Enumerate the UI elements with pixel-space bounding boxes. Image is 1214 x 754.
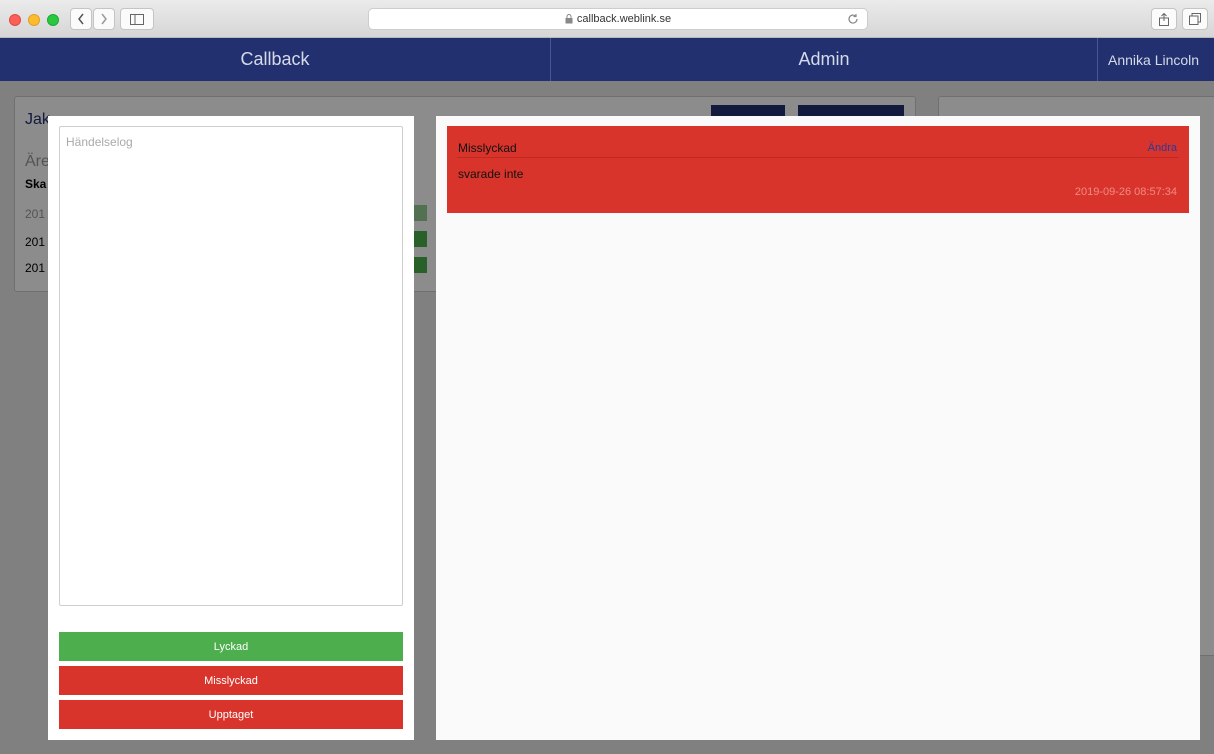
minimize-window-button[interactable] — [28, 14, 40, 26]
event-log-textarea[interactable]: Händelselog — [59, 126, 403, 606]
entry-comment: svarade inte — [458, 167, 524, 181]
sidebar-icon — [130, 13, 144, 25]
entry-timestamp: 2019-09-26 08:57:34 — [1074, 186, 1177, 198]
share-icon — [1159, 12, 1169, 26]
history-entry: Misslyckad Ändra svarade inte 2019-09-26… — [447, 126, 1189, 213]
log-modal: Händelselog Lyckad Misslyckad Upptaget — [48, 116, 414, 740]
share-button[interactable] — [1151, 8, 1177, 30]
entry-status: Misslyckad — [458, 141, 517, 155]
sidebar-toggle-button[interactable] — [120, 8, 154, 30]
nav-user[interactable]: Annika Lincoln — [1098, 38, 1214, 81]
forward-button[interactable] — [93, 8, 115, 30]
close-window-button[interactable] — [9, 14, 21, 26]
nav-admin[interactable]: Admin — [551, 38, 1098, 81]
entry-edit-link[interactable]: Ändra — [1148, 142, 1177, 154]
zoom-window-button[interactable] — [47, 14, 59, 26]
busy-button[interactable]: Upptaget — [59, 700, 403, 729]
chevron-left-icon — [78, 13, 84, 25]
address-url: callback.weblink.se — [576, 13, 672, 25]
nav-brand[interactable]: Callback — [0, 38, 551, 81]
tabs-button[interactable] — [1182, 8, 1208, 30]
history-modal: Misslyckad Ändra svarade inte 2019-09-26… — [436, 116, 1200, 740]
app-navbar: Callback Admin Annika Lincoln — [0, 38, 1214, 81]
chevron-right-icon — [101, 13, 107, 25]
event-log-placeholder: Händelselog — [66, 135, 133, 149]
browser-toolbar: callback.weblink.se — [0, 0, 1214, 38]
success-button[interactable]: Lyckad — [59, 632, 403, 661]
back-button[interactable] — [70, 8, 92, 30]
reload-icon[interactable] — [847, 13, 859, 25]
entry-divider — [457, 157, 1179, 158]
tabs-icon — [1189, 13, 1201, 25]
failed-button[interactable]: Misslyckad — [59, 666, 403, 695]
address-bar[interactable]: callback.weblink.se — [368, 8, 868, 30]
lock-icon — [565, 14, 573, 24]
user-name: Annika Lincoln — [1108, 51, 1200, 68]
